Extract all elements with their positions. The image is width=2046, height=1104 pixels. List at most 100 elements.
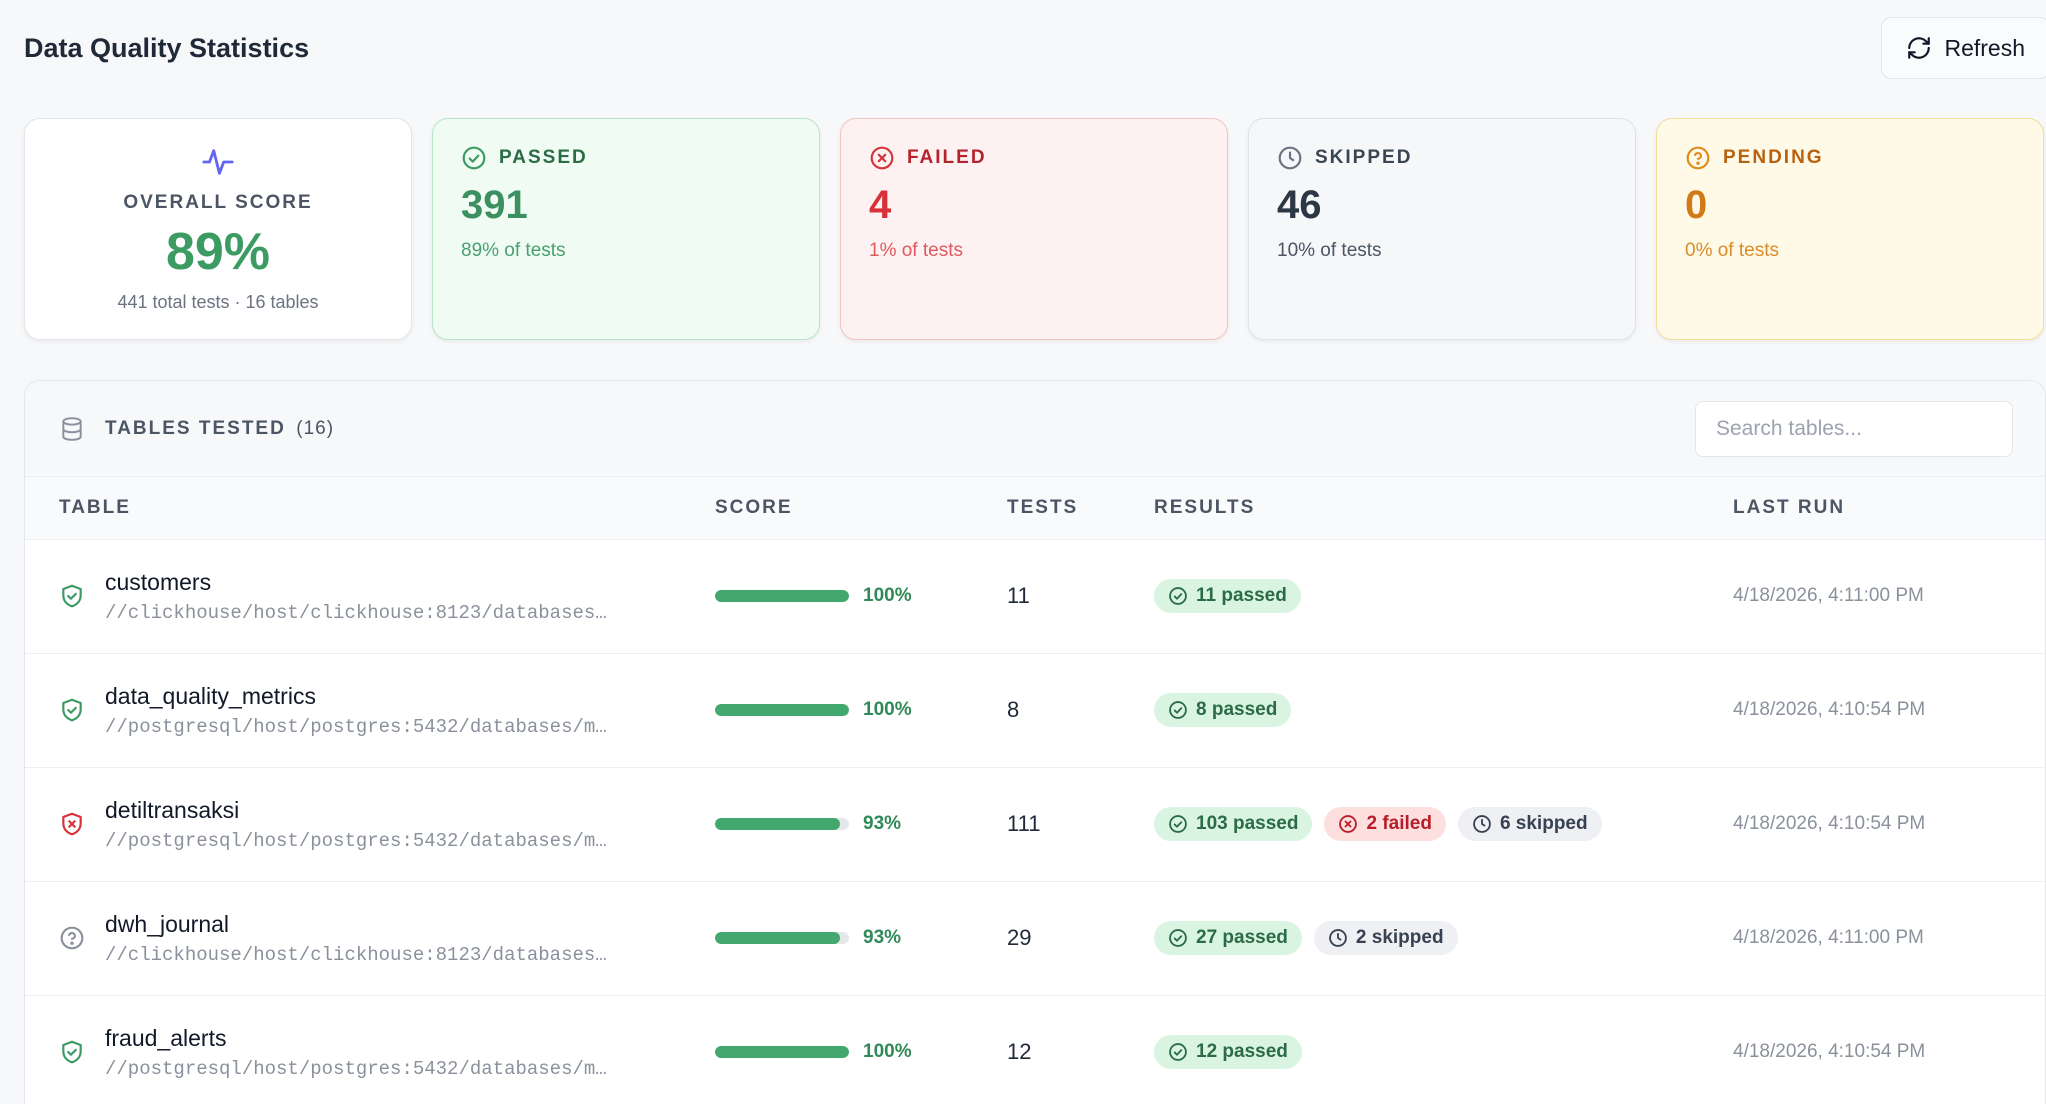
tests-count: 111 — [1007, 811, 1041, 836]
clock-icon — [1473, 815, 1491, 833]
column-header-last-run[interactable]: LAST RUN — [1733, 477, 2045, 540]
question-circle-icon — [1686, 146, 1710, 170]
check-circle-icon — [1169, 587, 1187, 605]
table-row[interactable]: fraud_alerts //postgresql/host/postgres:… — [25, 995, 2045, 1104]
table-row[interactable]: customers //clickhouse/host/clickhouse:8… — [25, 539, 2045, 654]
check-circle-icon — [1169, 701, 1187, 719]
clock-icon — [1329, 929, 1347, 947]
column-header-table[interactable]: TABLE — [25, 477, 715, 540]
passed-badge: 8 passed — [1154, 693, 1292, 727]
check-circle-icon — [1169, 1043, 1187, 1061]
passed-count: 391 — [461, 183, 528, 227]
shield-check-icon — [62, 698, 82, 722]
passed-card: PASSED 391 89% of tests — [432, 118, 820, 340]
x-circle-icon — [1339, 815, 1358, 833]
table-path: //clickhouse/host/clickhouse:8123/databa… — [105, 601, 607, 624]
tests-count: 8 — [1007, 697, 1020, 722]
skipped-count: 46 — [1277, 183, 1322, 227]
tables-table: TABLE SCORE TESTS RESULTS LAST RUN custo… — [25, 477, 2045, 1104]
score-bar — [715, 818, 849, 830]
skipped-badge-label: 6 skipped — [1499, 813, 1588, 834]
last-run-time: 4/18/2026, 4:10:54 PM — [1733, 699, 1926, 720]
column-header-results[interactable]: RESULTS — [1154, 477, 1733, 540]
passed-badge: 12 passed — [1154, 1035, 1302, 1069]
skipped-card: SKIPPED 46 10% of tests — [1248, 118, 1636, 340]
passed-badge-label: 27 passed — [1196, 927, 1288, 948]
passed-badge: 27 passed — [1154, 921, 1302, 955]
score-bar-fill — [715, 704, 849, 716]
failed-percent: 1% of tests — [869, 240, 963, 261]
search-tables-input[interactable] — [1695, 400, 2013, 457]
pending-label: PENDING — [1723, 147, 1824, 168]
table-name[interactable]: data_quality_metrics — [105, 683, 607, 710]
table-path: //clickhouse/host/clickhouse:8123/databa… — [105, 943, 607, 966]
score-bar-fill — [715, 932, 840, 944]
tests-count: 12 — [1007, 1039, 1032, 1064]
table-name[interactable]: fraud_alerts — [105, 1025, 607, 1052]
passed-percent: 89% of tests — [461, 240, 566, 261]
score-bar — [715, 932, 849, 944]
table-row[interactable]: dwh_journal //clickhouse/host/clickhouse… — [25, 881, 2045, 996]
column-header-score[interactable]: SCORE — [715, 477, 1007, 540]
failed-label: FAILED — [907, 147, 987, 168]
failed-badge: 2 failed — [1324, 807, 1446, 841]
question-circle-icon — [60, 926, 84, 950]
column-header-tests[interactable]: TESTS — [1007, 477, 1154, 540]
table-row[interactable]: data_quality_metrics //postgresql/host/p… — [25, 653, 2045, 768]
tests-count: 29 — [1007, 925, 1032, 950]
table-path: //postgresql/host/postgres:5432/database… — [105, 715, 607, 738]
table-path: //postgresql/host/postgres:5432/database… — [105, 1057, 607, 1080]
score-bar-fill — [715, 818, 840, 830]
score-bar — [715, 704, 849, 716]
shield-check-icon — [62, 1040, 82, 1064]
score-value: 100% — [863, 585, 912, 606]
page-title: Data Quality Statistics — [24, 32, 310, 63]
score-bar — [715, 1046, 849, 1058]
page-header: Data Quality Statistics Refresh — [24, 16, 2046, 80]
table-row[interactable]: detiltransaksi //postgresql/host/postgre… — [25, 767, 2045, 882]
refresh-label: Refresh — [1944, 34, 2025, 61]
table-path: //postgresql/host/postgres:5432/database… — [105, 829, 607, 852]
table-header-row: TABLE SCORE TESTS RESULTS LAST RUN — [25, 477, 2045, 540]
check-circle-icon — [1169, 929, 1187, 947]
score-bar-fill — [715, 1046, 849, 1058]
check-circle-icon — [1169, 815, 1187, 833]
activity-pulse-icon — [201, 145, 235, 184]
check-circle-icon — [462, 146, 486, 170]
score-value: 100% — [863, 699, 912, 720]
passed-badge-label: 103 passed — [1196, 813, 1299, 834]
refresh-icon — [1908, 37, 1931, 59]
table-name[interactable]: customers — [105, 569, 607, 596]
tables-panel: TABLES TESTED (16) TABLE SCORE TESTS RES… — [24, 380, 2046, 1104]
clock-icon — [1278, 146, 1302, 170]
skipped-badge: 2 skipped — [1313, 921, 1458, 955]
overall-score-card: OVERALL SCORE 89% 441 total tests · 16 t… — [24, 118, 412, 340]
passed-badge: 103 passed — [1154, 807, 1313, 841]
table-name[interactable]: dwh_journal — [105, 911, 607, 938]
score-value: 93% — [863, 927, 902, 948]
score-value: 100% — [863, 1041, 912, 1062]
passed-label: PASSED — [499, 147, 588, 168]
refresh-button[interactable]: Refresh — [1881, 17, 2046, 79]
passed-badge-label: 11 passed — [1196, 585, 1287, 606]
skipped-percent: 10% of tests — [1277, 240, 1382, 261]
x-circle-icon — [870, 146, 894, 170]
passed-badge-label: 8 passed — [1196, 699, 1278, 720]
passed-badge-label: 12 passed — [1196, 1041, 1288, 1062]
table-name[interactable]: detiltransaksi — [105, 797, 607, 824]
database-icon — [62, 416, 82, 441]
shield-check-icon — [62, 584, 82, 608]
last-run-time: 4/18/2026, 4:10:54 PM — [1733, 813, 1926, 834]
last-run-time: 4/18/2026, 4:10:54 PM — [1733, 1041, 1926, 1062]
skipped-badge: 6 skipped — [1457, 807, 1602, 841]
shield-x-icon — [62, 812, 82, 836]
tables-count: (16) — [296, 417, 335, 439]
tests-count: 11 — [1007, 583, 1030, 608]
tables-panel-title: TABLES TESTED — [105, 417, 286, 439]
failed-count: 4 — [869, 183, 892, 227]
score-bar — [715, 590, 849, 602]
overall-score-label: OVERALL SCORE — [123, 192, 313, 213]
skipped-label: SKIPPED — [1315, 147, 1413, 168]
failed-badge-label: 2 failed — [1366, 813, 1432, 834]
score-bar-fill — [715, 590, 849, 602]
